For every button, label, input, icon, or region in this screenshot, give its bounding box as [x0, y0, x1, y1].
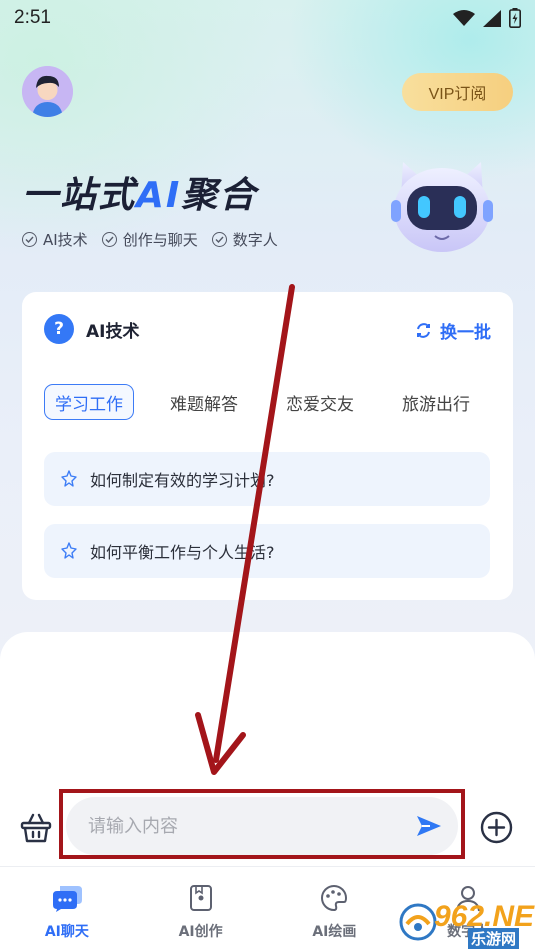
- suggested-question[interactable]: 如何平衡工作与个人生活?: [44, 524, 490, 578]
- add-plus-icon[interactable]: [480, 811, 513, 844]
- tab-problem-solving[interactable]: 难题解答: [170, 384, 238, 420]
- battery-icon: [509, 8, 521, 28]
- status-icons: [453, 8, 521, 28]
- feature-item: 创作与聊天: [101, 229, 198, 250]
- refresh-icon: [417, 323, 430, 338]
- vip-subscribe-button[interactable]: VIP订阅: [402, 73, 513, 111]
- headline-text-ai: AI: [136, 175, 182, 216]
- watermark-logo: 962.NET 乐游网: [398, 898, 535, 949]
- message-input[interactable]: [88, 815, 416, 837]
- feature-item: 数字人: [211, 229, 278, 250]
- nav-item-ai-create[interactable]: AI创作: [134, 867, 268, 951]
- feature-label: 数字人: [232, 231, 278, 249]
- question-icon: ?: [44, 314, 74, 344]
- refresh-button[interactable]: 换一批: [415, 318, 491, 343]
- sparkle-star-icon: [61, 470, 77, 487]
- headline-text-post: 聚合: [181, 175, 258, 216]
- content-sheet: [0, 632, 535, 812]
- feature-list: AI技术 创作与聊天 数字人: [22, 229, 278, 250]
- question-text: 如何平衡工作与个人生活?: [90, 543, 275, 562]
- ai-tech-card: ? AI技术 换一批 学习工作 难题解答 恋爱交友 旅游出行 如何制定有效的学习…: [22, 292, 513, 600]
- headline-text-pre: 一站式: [22, 175, 137, 216]
- status-bar: 2:51: [0, 0, 535, 36]
- palette-icon: [321, 884, 348, 912]
- signal-icon: [483, 9, 501, 27]
- nav-item-ai-paint[interactable]: AI绘画: [268, 867, 402, 951]
- suggested-question[interactable]: 如何制定有效的学习计划?: [44, 452, 490, 506]
- status-time: 2:51: [14, 7, 51, 28]
- feature-label: AI技术: [43, 231, 88, 249]
- check-circle-icon: [101, 232, 117, 247]
- refresh-label: 换一批: [440, 323, 491, 343]
- tab-travel[interactable]: 旅游出行: [402, 384, 470, 420]
- question-text: 如何制定有效的学习计划?: [90, 471, 275, 490]
- feature-item: AI技术: [22, 229, 88, 250]
- watermark-sub: 乐游网: [468, 928, 520, 949]
- card-header: ? AI技术: [44, 314, 139, 344]
- check-circle-icon: [211, 232, 227, 247]
- nav-label: AI创作: [178, 924, 223, 940]
- avatar-person-icon: [22, 66, 73, 117]
- card-title: AI技术: [86, 321, 140, 342]
- message-input-bar: [66, 797, 458, 855]
- avatar[interactable]: [22, 66, 73, 117]
- nav-item-ai-chat[interactable]: AI聊天: [0, 867, 134, 951]
- check-circle-icon: [22, 232, 37, 247]
- create-card-icon: [189, 885, 212, 911]
- watermark-logo-icon: [399, 903, 437, 941]
- sparkle-star-icon: [61, 542, 77, 559]
- nav-label: AI绘画: [312, 924, 357, 940]
- chat-bubble-icon: [52, 886, 82, 912]
- basket-icon[interactable]: [20, 812, 52, 844]
- send-icon[interactable]: [416, 815, 442, 837]
- nav-label: AI聊天: [44, 924, 89, 940]
- robot-mascot-icon: [391, 162, 493, 252]
- hero-headline: 一站式AI聚合: [22, 166, 257, 218]
- tab-dating[interactable]: 恋爱交友: [286, 384, 354, 420]
- tab-study-work[interactable]: 学习工作: [44, 384, 134, 420]
- topic-tabs: 学习工作 难题解答 恋爱交友 旅游出行: [44, 384, 470, 420]
- wifi-icon: [453, 9, 475, 26]
- feature-label: 创作与聊天: [122, 231, 198, 249]
